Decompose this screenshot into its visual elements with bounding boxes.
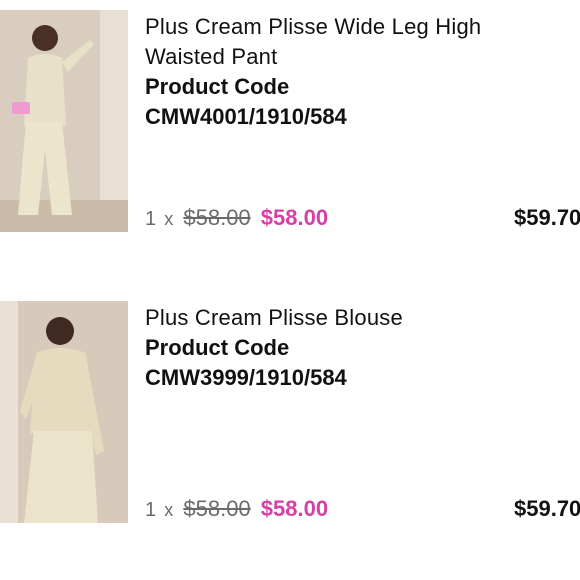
quantity: 1 bbox=[145, 499, 157, 521]
product-code: CMW4001/1910/584 bbox=[145, 104, 347, 129]
quantity: 1 bbox=[145, 208, 157, 230]
product-code: CMW3999/1910/584 bbox=[145, 365, 347, 390]
sale-price: $58.00 bbox=[260, 205, 329, 230]
product-image bbox=[0, 10, 128, 232]
price-row: 1 x $58.00 $58.00 bbox=[145, 494, 328, 525]
product-name[interactable]: Plus Cream Plisse Wide Leg High Waisted … bbox=[145, 12, 565, 72]
product-code-label: Product Code bbox=[145, 74, 290, 99]
product-image bbox=[0, 301, 128, 523]
original-price: $58.00 bbox=[183, 205, 251, 230]
line-total: $59.70 bbox=[514, 496, 580, 521]
product-code-label: Product Code bbox=[145, 335, 290, 360]
product-thumbnail[interactable] bbox=[0, 10, 128, 232]
original-price: $58.00 bbox=[183, 496, 251, 521]
quantity-multiplier: x bbox=[164, 500, 174, 520]
quantity-multiplier: x bbox=[164, 209, 174, 229]
product-thumbnail[interactable] bbox=[0, 301, 128, 523]
cart-item: Plus Cream Plisse Wide Leg High Waisted … bbox=[0, 0, 580, 232]
sale-price: $58.00 bbox=[260, 496, 329, 521]
price-row: 1 x $58.00 $58.00 bbox=[145, 203, 328, 234]
cart-item: Plus Cream Plisse Blouse Product Code CM… bbox=[0, 291, 580, 523]
product-name[interactable]: Plus Cream Plisse Blouse bbox=[145, 303, 565, 333]
line-total: $59.70 bbox=[514, 205, 580, 230]
